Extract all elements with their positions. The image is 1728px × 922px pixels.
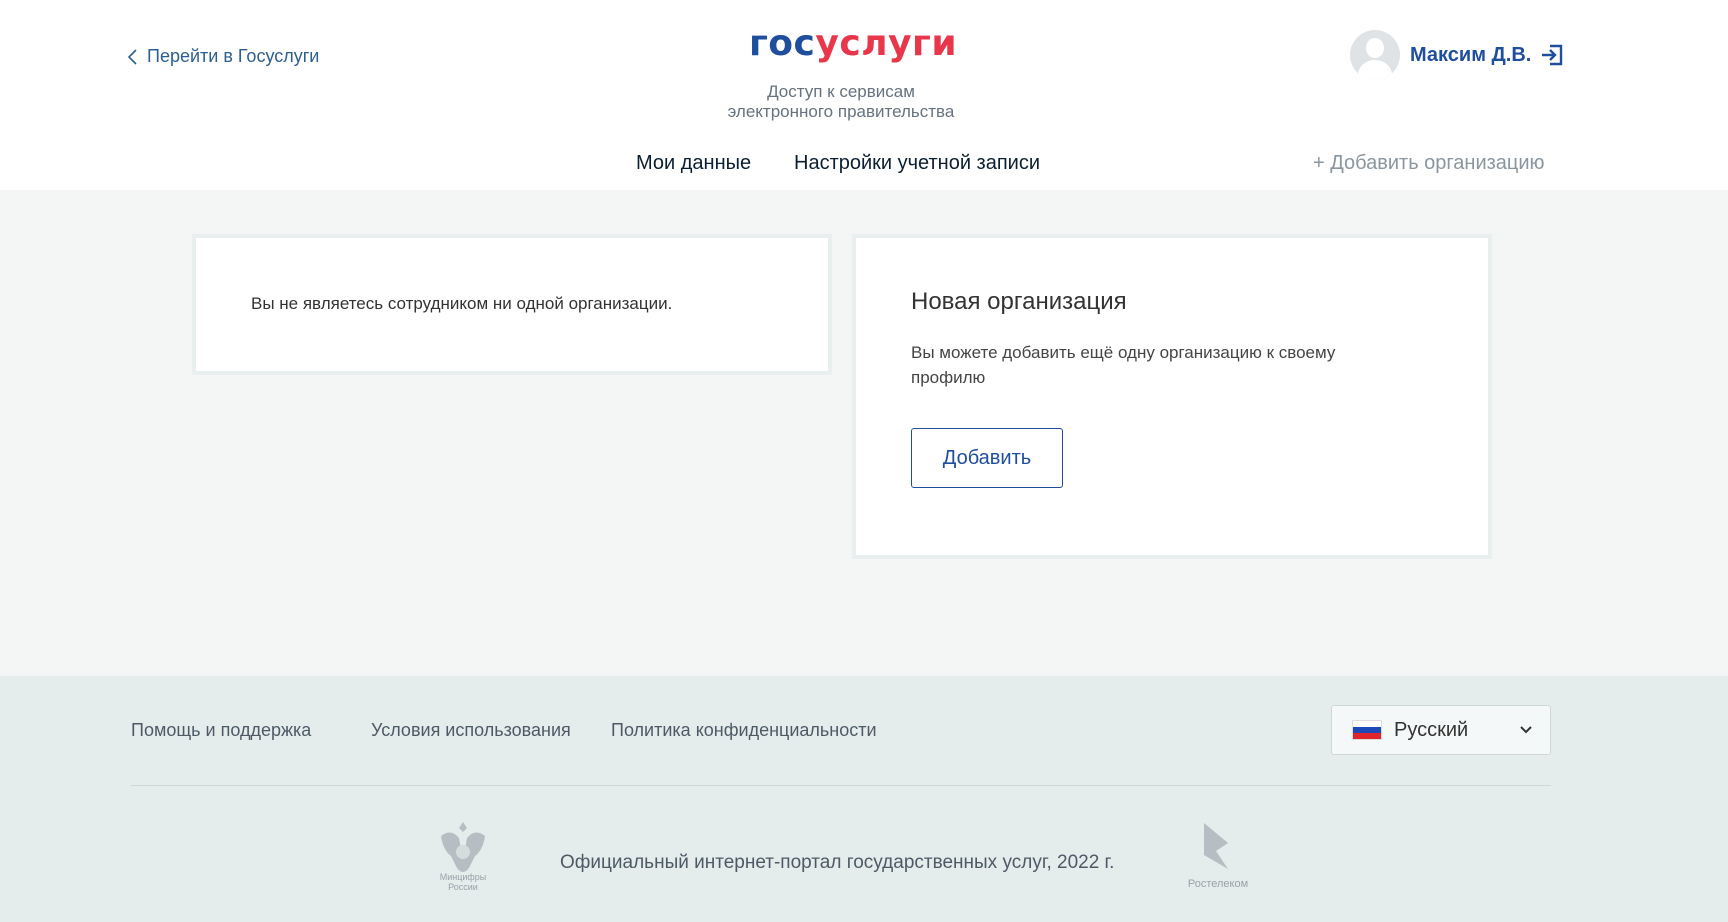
add-organization-button[interactable]: Добавить: [911, 428, 1063, 488]
back-link-label: Перейти в Госуслуги: [147, 46, 320, 66]
user-menu[interactable]: Максим Д.В.: [1350, 30, 1563, 80]
new-organization-description: Вы можете добавить ещё одну организацию …: [911, 343, 1336, 387]
mintsifry-caption: Минцифры России: [439, 872, 487, 892]
help-support-link[interactable]: Помощь и поддержка: [131, 720, 311, 741]
back-to-gosuslugi-link[interactable]: Перейти в Госуслуги: [128, 46, 319, 67]
footer-divider: [131, 785, 1551, 786]
logout-icon[interactable]: [1541, 44, 1563, 66]
organizations-card: Вы не являетесь сотрудником ни одной орг…: [192, 234, 832, 375]
no-organizations-message: Вы не являетесь сотрудником ни одной орг…: [251, 294, 673, 313]
user-name[interactable]: Максим Д.В.: [1410, 44, 1531, 67]
tab-account-settings[interactable]: Настройки учетной записи: [794, 152, 1040, 175]
language-select[interactable]: Русский: [1331, 705, 1551, 755]
chevron-left-icon: [128, 48, 137, 65]
user-avatar-icon[interactable]: [1350, 30, 1400, 80]
tab-my-data[interactable]: Мои данные: [636, 152, 751, 175]
footer: Помощь и поддержка Условия использования…: [0, 676, 1728, 922]
copyright-text: Официальный интернет-портал государствен…: [560, 852, 1115, 873]
header: Перейти в Госуслуги госуслуги Доступ к с…: [0, 0, 1728, 190]
add-organization-link[interactable]: + Добавить организацию: [1313, 152, 1545, 175]
new-organization-card: Новая организация Вы можете добавить ещё…: [852, 234, 1492, 559]
chevron-down-icon: [1520, 726, 1532, 734]
main-content: Вы не являетесь сотрудником ни одной орг…: [0, 190, 1728, 676]
russian-flag-icon: [1352, 720, 1382, 740]
tagline: Доступ к сервисам электронного правитель…: [727, 82, 955, 121]
rostelecom-caption: Ростелеком: [1187, 878, 1249, 890]
rostelecom-logo-icon: [1204, 823, 1228, 869]
terms-of-use-link[interactable]: Условия использования: [371, 720, 571, 741]
language-label: Русский: [1394, 718, 1469, 741]
privacy-policy-link[interactable]: Политика конфиденциальности: [611, 720, 877, 741]
gosuslugi-logo: госуслуги: [749, 23, 958, 64]
new-organization-title: Новая организация: [911, 288, 1127, 315]
